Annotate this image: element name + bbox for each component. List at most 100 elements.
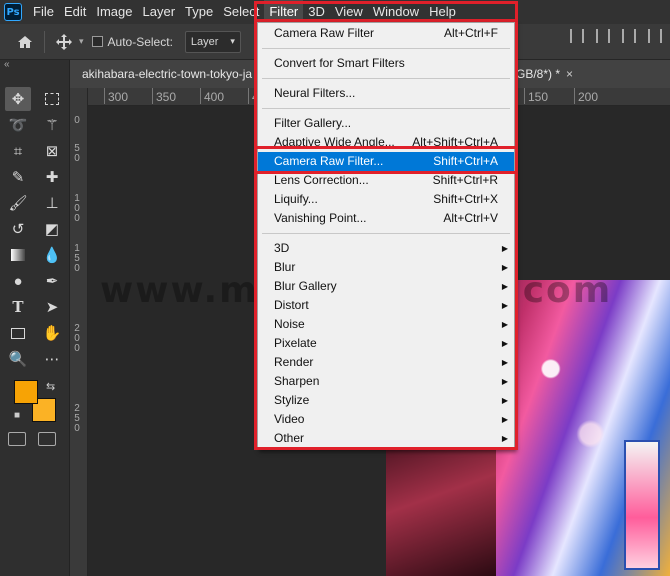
quick-mask-icon[interactable] [8,432,26,446]
chevron-down-icon[interactable]: ▾ [79,36,84,47]
mask-mode-row [8,432,56,446]
ruler-tick: 200 [573,88,599,104]
menu-item-filter-gallery[interactable]: Filter Gallery... [258,114,514,133]
chevron-right-icon: ▶ [501,244,508,253]
align-left-icon[interactable] [570,29,584,43]
ruler-tick: 0 [74,423,80,434]
tools-panel: « ✥ ➰ ⚚ ⌗ ⊠ ✎ ✚ 🖌 ⊥ ↺ ◩ 💧 ● ✒ T ➤ ✋ 🔍 ⋯ [0,60,70,576]
chevron-right-icon: ▶ [501,339,508,348]
align-center-icon[interactable] [596,29,610,43]
history-brush-icon[interactable]: ↺ [5,217,31,241]
image-region [624,440,660,570]
menu-help[interactable]: Help [424,0,461,24]
path-select-icon[interactable]: ➤ [39,295,65,319]
menu-item-other[interactable]: Other ▶ [258,429,514,448]
menu-window[interactable]: Window [368,0,424,24]
marquee-icon[interactable] [39,87,65,111]
move-icon[interactable] [49,27,79,57]
align-icon-group [570,29,670,43]
menu-item-camera-raw-filter[interactable]: Camera Raw Filter... Shift+Ctrl+A [258,152,514,171]
menu-image[interactable]: Image [91,0,137,24]
zoom-icon[interactable]: 🔍 [5,347,31,371]
eraser-icon[interactable]: ◩ [39,217,65,241]
default-colors-icon[interactable]: ■ [14,410,20,421]
brush-icon[interactable]: 🖌 [5,191,31,215]
menu-item-sharpen[interactable]: Sharpen ▶ [258,372,514,391]
color-swatches: ⇆ ■ [14,380,60,426]
checkbox-box[interactable] [91,36,103,47]
menu-edit[interactable]: Edit [59,0,91,24]
ruler-tick: 0 [74,213,80,224]
healing-icon[interactable]: ✚ [39,165,65,189]
dodge-icon[interactable]: ● [5,269,31,293]
filter-dropdown-menu: Camera Raw Filter Alt+Ctrl+F Convert for… [257,22,515,450]
divider [262,108,510,109]
foreground-color-swatch[interactable] [14,380,38,404]
blur-icon[interactable]: 💧 [39,243,65,267]
menu-item-liquify[interactable]: Liquify... Shift+Ctrl+X [258,190,514,209]
move-tool-icon[interactable]: ✥ [5,87,31,111]
chevron-right-icon: ▶ [501,301,508,310]
menu-item-stylize[interactable]: Stylize ▶ [258,391,514,410]
more-tools-icon[interactable]: ⋯ [39,347,65,371]
menu-item-video[interactable]: Video ▶ [258,410,514,429]
menu-item-distort[interactable]: Distort ▶ [258,296,514,315]
align-top-icon[interactable] [648,29,662,43]
menu-item-blur[interactable]: Blur ▶ [258,258,514,277]
menu-select[interactable]: Select [218,0,264,24]
pen-icon[interactable]: ✒ [39,269,65,293]
menu-filter[interactable]: Filter [264,0,304,24]
collapse-toolbar-icon[interactable]: « [0,60,69,72]
swap-colors-icon[interactable]: ⇆ [46,380,55,393]
ruler-tick: 0 [74,153,80,164]
lasso-icon[interactable]: ➰ [5,113,31,137]
menu-item-convert-smart-filters[interactable]: Convert for Smart Filters [258,54,514,73]
divider [262,233,510,234]
photoshop-logo-icon[interactable]: Ps [4,3,22,21]
chevron-right-icon: ▶ [501,358,508,367]
menu-item-3d[interactable]: 3D ▶ [258,239,514,258]
rectangle-icon[interactable] [5,321,31,345]
menu-item-lens-correction[interactable]: Lens Correction... Shift+Ctrl+R [258,171,514,190]
divider [262,48,510,49]
vertical-ruler: 0 5 0 1 0 0 1 5 0 2 0 0 2 5 0 [70,88,88,576]
menu-item-last-filter[interactable]: Camera Raw Filter Alt+Ctrl+F [258,24,514,43]
eyedropper-icon[interactable]: ✎ [5,165,31,189]
frame-icon[interactable]: ⊠ [39,139,65,163]
menu-item-blur-gallery[interactable]: Blur Gallery ▶ [258,277,514,296]
crop-icon[interactable]: ⌗ [5,139,31,163]
ruler-tick: 0 [74,115,80,126]
layer-select-value: Layer [190,35,219,48]
menu-item-pixelate[interactable]: Pixelate ▶ [258,334,514,353]
menu-type[interactable]: Type [180,0,218,24]
stamp-icon[interactable]: ⊥ [39,191,65,215]
menu-view[interactable]: View [330,0,368,24]
align-right-icon[interactable] [622,29,636,43]
menu-item-adaptive-wide-angle[interactable]: Adaptive Wide Angle... Alt+Shift+Ctrl+A [258,133,514,152]
ruler-tick: 300 [103,88,129,104]
type-icon[interactable]: T [5,295,31,319]
chevron-right-icon: ▶ [501,282,508,291]
close-icon[interactable]: × [566,60,573,88]
menu-layer[interactable]: Layer [138,0,181,24]
menu-file[interactable]: File [28,0,59,24]
menu-item-neural-filters[interactable]: Neural Filters... [258,84,514,103]
chevron-right-icon: ▶ [501,434,508,443]
menu-item-vanishing-point[interactable]: Vanishing Point... Alt+Ctrl+V [258,209,514,228]
ruler-tick: 0 [74,343,80,354]
chevron-right-icon: ▶ [501,263,508,272]
chevron-right-icon: ▶ [501,320,508,329]
menu-item-render[interactable]: Render ▶ [258,353,514,372]
image-region [386,430,496,576]
hand-icon[interactable]: ✋ [39,321,65,345]
document-tab-suffix: GB/8*) * [516,67,561,81]
menu-3d[interactable]: 3D [303,0,330,24]
auto-select-checkbox[interactable]: Auto-Select: [91,35,173,49]
menu-item-noise[interactable]: Noise ▶ [258,315,514,334]
layer-select-dropdown[interactable]: Layer ▾ [184,30,241,53]
gradient-icon[interactable] [5,243,31,267]
screen-mode-icon[interactable] [38,432,56,446]
home-icon[interactable] [10,27,40,57]
magic-wand-icon[interactable]: ⚚ [39,113,65,137]
document-tab-title: akihabara-electric-town-tokyo-ja [82,67,253,81]
